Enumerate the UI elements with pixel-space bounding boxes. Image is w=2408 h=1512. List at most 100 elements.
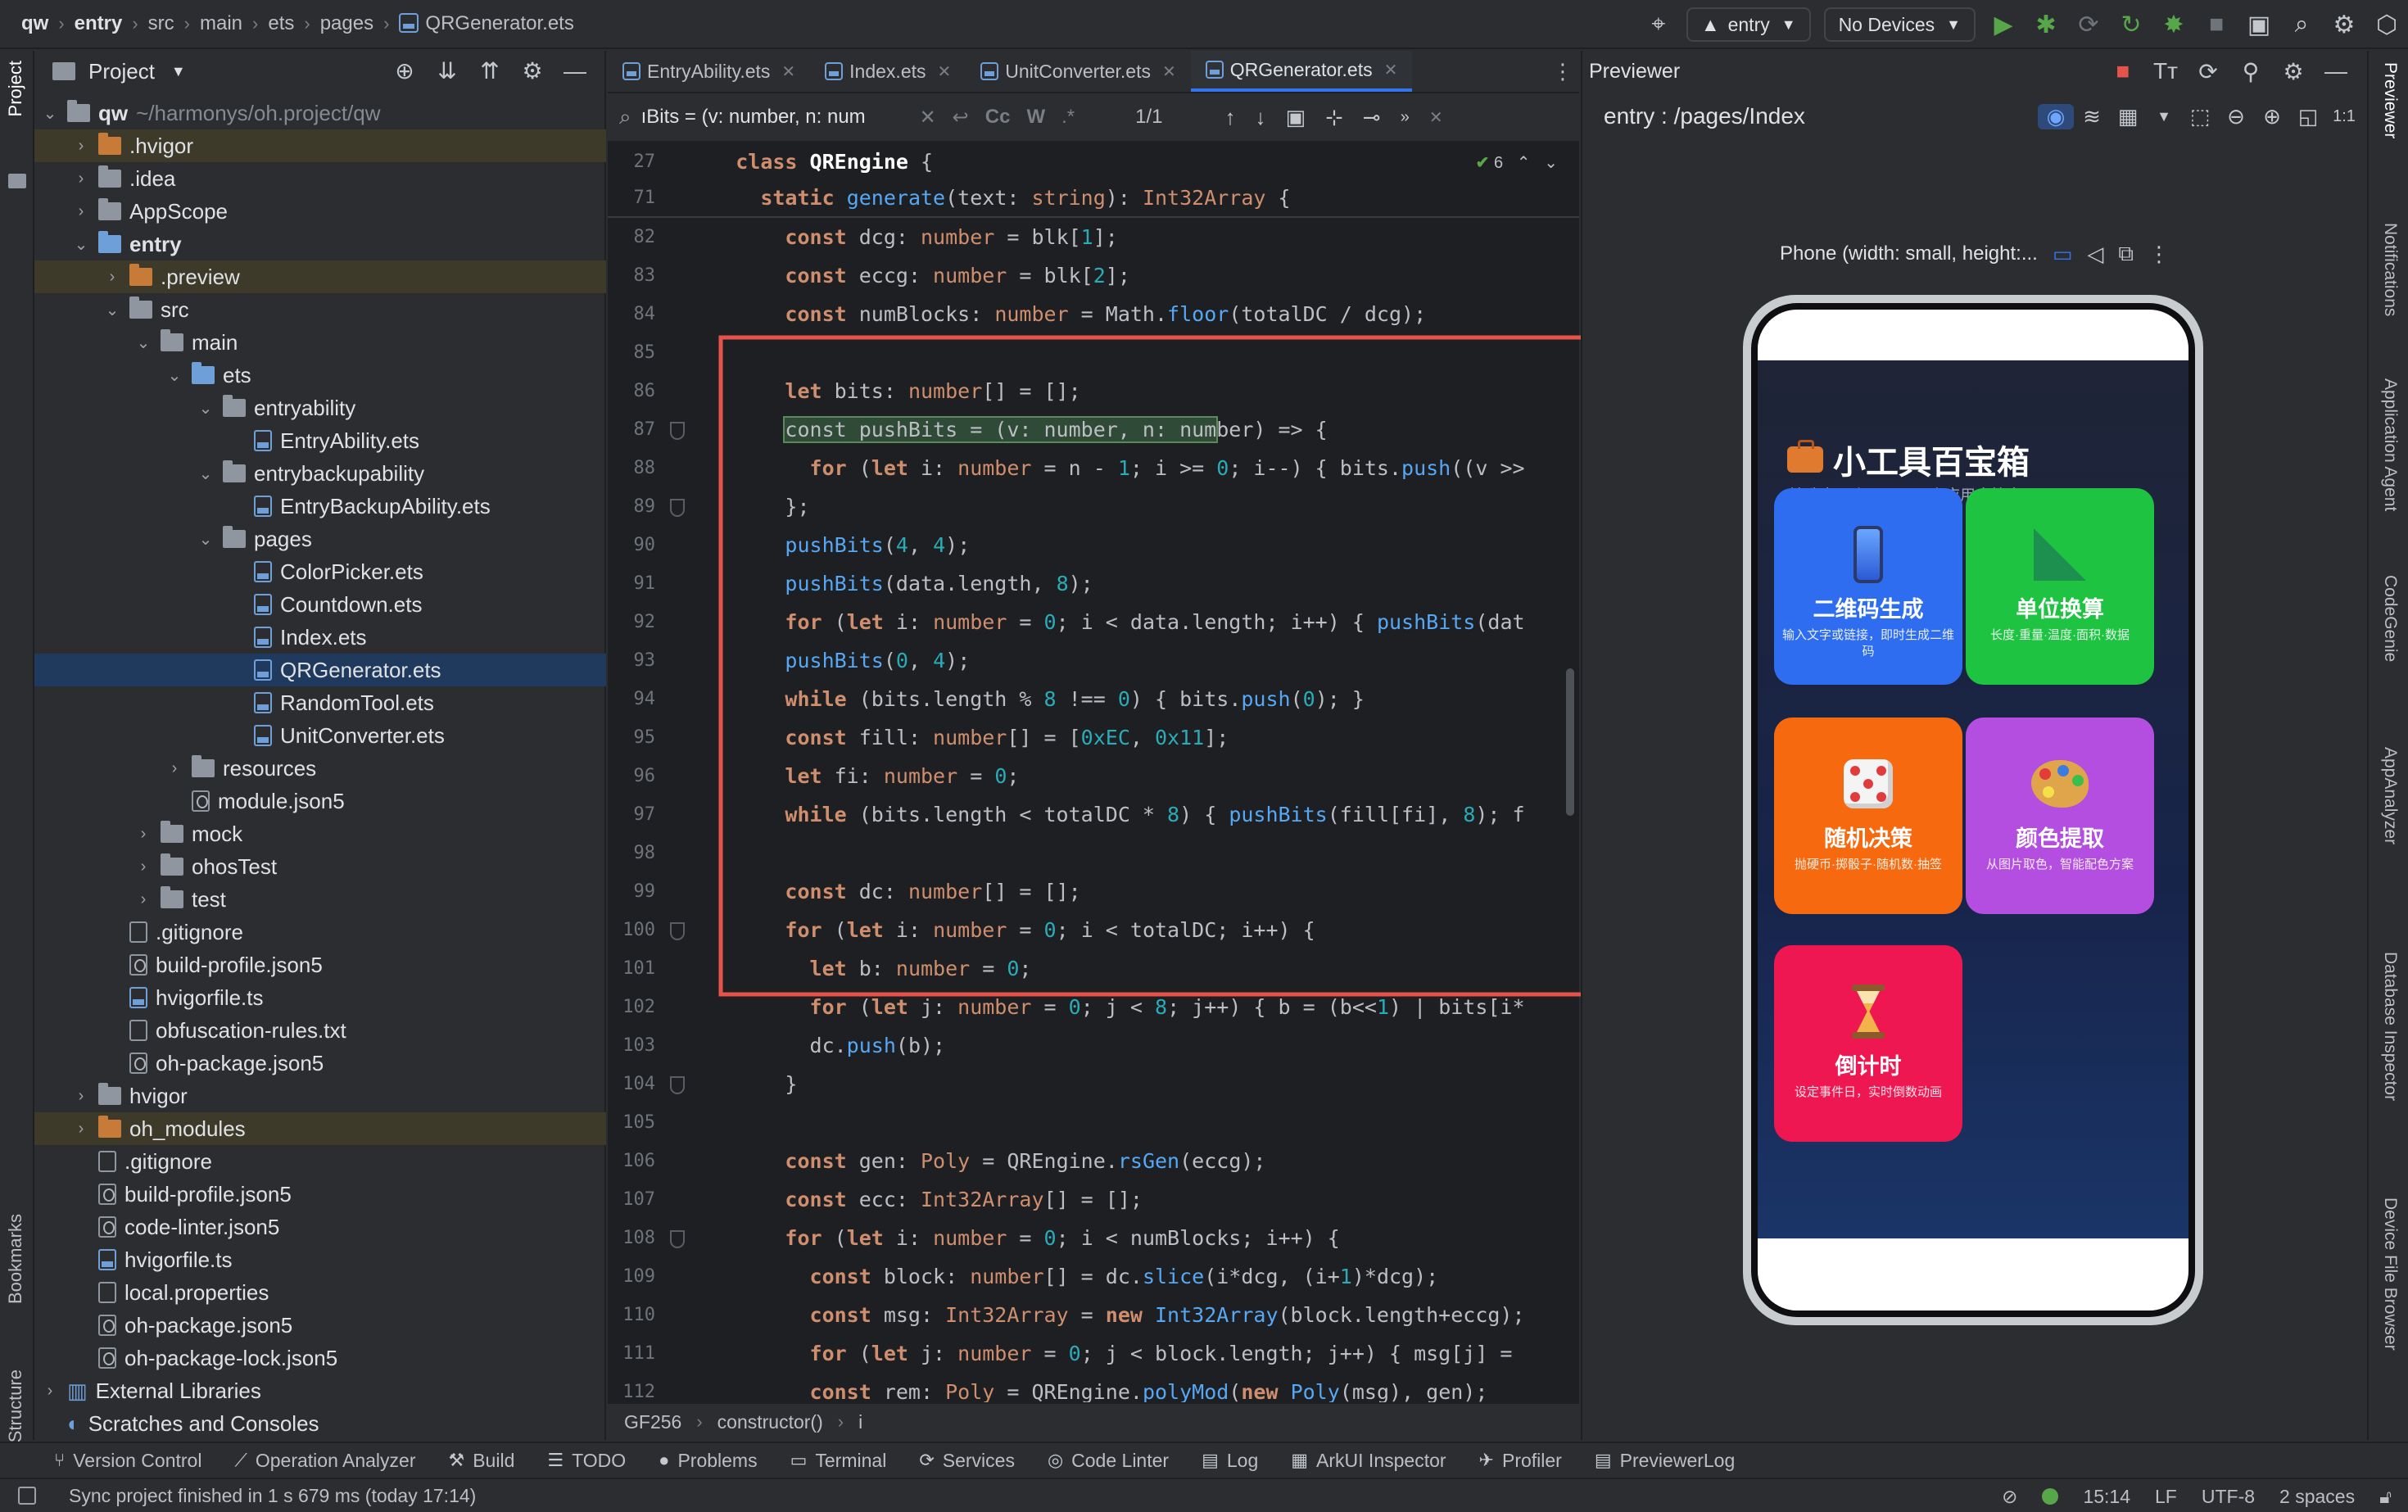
tool-window-services[interactable]: ⟳ Services (919, 1450, 1015, 1472)
line-number[interactable]: 92 (608, 604, 656, 641)
tree-item[interactable]: ›EntryBackupAbility.ets (34, 490, 606, 523)
breadcrumb-project[interactable]: qw (16, 12, 53, 35)
fit-icon[interactable]: ⬚ (2182, 104, 2218, 129)
tree-item[interactable]: ›◐Scratches and Consoles (34, 1407, 606, 1440)
tree-item[interactable]: ›code-linter.json5 (34, 1211, 606, 1243)
refresh-icon[interactable]: ⟳ (2187, 58, 2229, 85)
database-inspector-tool-button[interactable]: Database Inspector (2380, 952, 2400, 1101)
project-tool-button[interactable]: Project (5, 61, 26, 116)
arrow-up-icon[interactable]: ↑ (1225, 105, 1236, 130)
sdk-icon[interactable]: ⬡ (2365, 0, 2408, 49)
line-number[interactable]: 85 (608, 335, 656, 371)
tab-qrgenerator[interactable]: QRGenerator.ets ✕ (1190, 51, 1413, 92)
line-number[interactable]: 101 (608, 951, 655, 987)
tree-item[interactable]: › .hvigor (34, 129, 606, 162)
run-icon[interactable]: ▶ (1982, 0, 2025, 49)
tree-item[interactable]: ⌄ pages (34, 523, 606, 555)
tool-card[interactable]: 倒计时 设定事件日，实时倒数动画 (1774, 945, 1962, 1142)
chevron-down-icon[interactable]: ⌄ (41, 103, 59, 124)
stop-icon[interactable]: ■ (2102, 58, 2144, 84)
tree-item[interactable]: ›hvigorfile.ts (34, 1243, 606, 1276)
line-number[interactable]: 104 (608, 1066, 655, 1102)
clear-icon[interactable]: ✕ (920, 106, 936, 129)
tool-window-operation-analyzer[interactable]: ⟋ Operation Analyzer (234, 1450, 415, 1472)
actual-size-icon[interactable]: 1:1 (2326, 107, 2362, 126)
no-warnings-icon[interactable]: ⊘ (2002, 1486, 2017, 1508)
close-icon[interactable]: ✕ (781, 61, 795, 82)
tree-item[interactable]: ⌄ entryability (34, 392, 606, 424)
line-number[interactable]: 102 (608, 989, 655, 1025)
tree-item[interactable]: ›QRGenerator.ets (34, 654, 606, 686)
tool-window-previewerlog[interactable]: ▤ PreviewerLog (1595, 1450, 1735, 1472)
breadcrumb-src[interactable]: src (143, 12, 179, 35)
tree-item[interactable]: ›oh-package.json5 (34, 1309, 606, 1342)
chevron-right-icon[interactable]: › (134, 858, 152, 876)
zoom-out-icon[interactable]: ⊖ (2218, 104, 2254, 129)
tree-item[interactable]: ›EntryAbility.ets (34, 424, 606, 457)
inspection-widget[interactable]: ✔ 6 ⌃ ⌄ (1476, 152, 1558, 173)
chevron-down-icon[interactable]: ⌄ (197, 464, 215, 484)
arrow-down-icon[interactable]: ↓ (1256, 105, 1266, 130)
history-icon[interactable]: ↩ (953, 106, 969, 129)
more-vertical-icon[interactable]: ⋮ (2148, 242, 2170, 267)
close-icon[interactable]: ✕ (1384, 60, 1398, 80)
previewer-tool-button[interactable]: Previewer (2380, 62, 2400, 138)
line-number[interactable]: 110 (608, 1297, 655, 1333)
structure-tool-button[interactable]: Structure (5, 1369, 26, 1442)
close-icon[interactable]: ✕ (938, 61, 952, 82)
tool-card[interactable]: 随机决策 抛硬币·掷骰子·随机数·抽签 (1774, 718, 1962, 914)
tool-card[interactable]: 二维码生成 输入文字或链接，即时生成二维码 (1774, 488, 1962, 685)
breadcrumb-module[interactable]: entry (70, 12, 128, 35)
chevron-right-icon[interactable]: › (134, 890, 152, 909)
breadcrumb-variable[interactable]: i (858, 1411, 862, 1433)
minimize-icon[interactable]: — (2315, 58, 2357, 84)
line-separator[interactable]: LF (2155, 1486, 2177, 1508)
chevron-right-icon[interactable]: › (41, 1382, 59, 1401)
rotate-device-icon[interactable]: ⧉ (2118, 241, 2134, 267)
line-number[interactable]: 83 (608, 258, 656, 294)
screenshot-icon[interactable]: ◱ (2290, 104, 2326, 129)
chevron-down-icon[interactable]: ⌄ (134, 333, 152, 353)
line-number[interactable]: 89 (608, 489, 656, 525)
device-profile-label[interactable]: Phone (width: small, height:... (1780, 242, 2038, 265)
fold-marker-icon[interactable] (670, 1230, 685, 1248)
device-frame-icon[interactable]: ▭ (2053, 242, 2073, 267)
line-number[interactable]: 95 (608, 720, 656, 756)
project-panel-title[interactable]: Project (88, 59, 155, 84)
tree-item[interactable]: ›Index.ets (34, 621, 606, 654)
tree-item[interactable]: ⌄ entry (34, 228, 606, 260)
tree-item[interactable]: ⌄ ets (34, 359, 606, 392)
find-in-selection-icon[interactable]: ▣ (1286, 105, 1306, 130)
line-number[interactable]: 111 (608, 1336, 655, 1372)
tree-item[interactable]: ›obfuscation-rules.txt (34, 1014, 606, 1047)
tree-item[interactable]: › resources (34, 752, 606, 785)
line-number[interactable]: 108 (608, 1220, 655, 1256)
tool-window-arkui-inspector[interactable]: ▦ ArkUI Inspector (1291, 1450, 1446, 1472)
device-dropdown[interactable]: No Devices ▼ (1823, 7, 1976, 42)
search-icon[interactable]: ⌕ (619, 104, 631, 130)
back-triangle-icon[interactable]: ◁ (2087, 242, 2103, 267)
stop-icon[interactable]: ■ (2195, 0, 2238, 49)
line-number[interactable]: 105 (608, 1105, 655, 1141)
line-number[interactable]: 27 (608, 144, 656, 180)
tree-item[interactable]: ›ColorPicker.ets (34, 555, 606, 588)
search-icon[interactable]: ⌕ (2280, 0, 2323, 49)
tree-item[interactable]: › oh_modules (34, 1112, 606, 1145)
application-agent-tool-button[interactable]: Application Agent (2380, 378, 2400, 511)
chevron-down-icon[interactable]: ⌄ (72, 234, 90, 255)
line-number[interactable]: 106 (608, 1143, 655, 1179)
locate-file-icon[interactable]: ⊕ (383, 51, 426, 92)
close-icon[interactable]: ✕ (1162, 61, 1176, 82)
layers-icon[interactable]: ≋ (2074, 104, 2110, 129)
chevron-right-icon[interactable]: › (72, 1120, 90, 1139)
fold-marker-icon[interactable] (670, 422, 685, 440)
chevron-right-icon[interactable]: › (72, 202, 90, 221)
find-input[interactable]: ıBits = (v: number, n: num (641, 106, 912, 129)
line-number[interactable]: 86 (608, 373, 656, 410)
breadcrumb-main[interactable]: main (195, 12, 247, 35)
device-file-browser-tool-button[interactable]: Device File Browser (2380, 1197, 2400, 1351)
tree-item[interactable]: › .idea (34, 162, 606, 195)
chevron-down-icon[interactable]: ⌄ (197, 398, 215, 419)
tree-item[interactable]: › ▥ External Libraries (34, 1374, 606, 1407)
line-number[interactable]: 100 (608, 912, 655, 948)
